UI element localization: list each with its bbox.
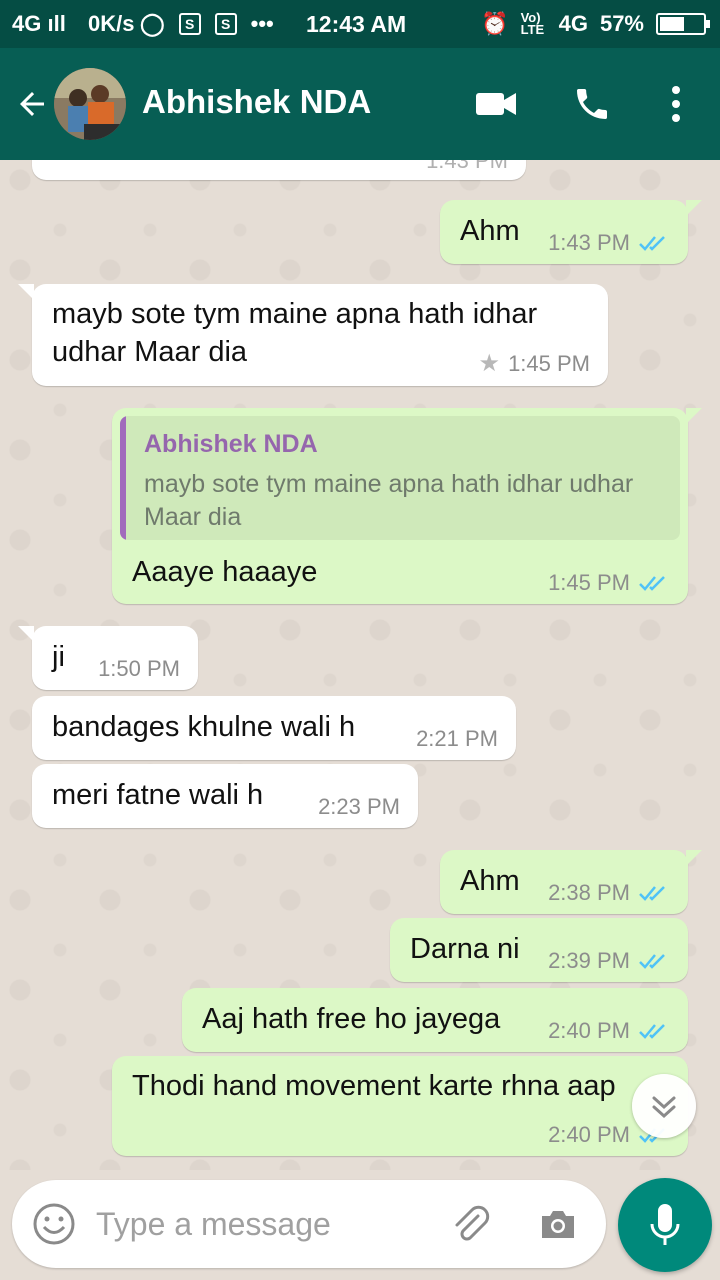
message-outgoing[interactable]: Darna ni 2:39 PM <box>390 918 688 982</box>
message-outgoing[interactable]: Aaj hath free ho jayega 2:40 PM <box>182 988 688 1052</box>
app-notification-icon: S <box>214 13 237 35</box>
video-call-icon[interactable] <box>474 84 518 124</box>
network-type: 4G <box>558 11 588 36</box>
phone-icon[interactable] <box>570 84 614 124</box>
more-options-icon[interactable] <box>654 84 698 124</box>
message-text: Aaj hath free ho jayega <box>202 1003 501 1035</box>
message-time: 1:45 PM <box>508 350 590 376</box>
message-text: bandages khulne wali h <box>52 711 356 743</box>
back-arrow-icon[interactable] <box>14 86 50 122</box>
message-time: 1:43 PM <box>548 230 630 255</box>
voice-message-button[interactable] <box>618 1178 712 1272</box>
message-outgoing-reply[interactable]: Abhishek NDA mayb sote tym maine apna ha… <box>112 408 702 604</box>
double-tick-icon <box>639 236 665 251</box>
mic-icon <box>650 1204 680 1245</box>
message-input[interactable] <box>96 1200 426 1248</box>
quoted-sender: Abhishek NDA <box>144 430 318 458</box>
message-text: ji <box>52 641 65 673</box>
message-outgoing[interactable]: Ahm 2:38 PM <box>440 850 702 914</box>
app-notification-icon: S <box>178 13 201 35</box>
message-meta: 2:38 PM <box>548 880 670 906</box>
message-text-line: mayb sote tym maine apna hath idhar <box>52 298 538 330</box>
camera-icon[interactable] <box>536 1202 580 1246</box>
message-time: 2:40 PM <box>548 1018 630 1043</box>
double-tick-icon <box>639 886 665 901</box>
message-text: Darna ni <box>410 933 520 965</box>
message-time: 2:39 PM <box>548 948 630 973</box>
message-meta: ★ 1:45 PM <box>479 349 590 378</box>
message-time: 2:21 PM <box>416 726 498 751</box>
message-time: 1:45 PM <box>548 570 630 595</box>
message-meta: 2:39 PM <box>548 948 670 974</box>
message-time: 2:23 PM <box>318 794 400 819</box>
message-meta: 1:45 PM <box>548 570 670 596</box>
message-incoming[interactable]: bandages khulne wali h 2:21 PM <box>32 696 516 760</box>
message-incoming[interactable]: mayb sote tym maine apna hath idhar udha… <box>18 284 608 386</box>
whatsapp-notification-icon: ◯ <box>140 11 165 36</box>
scroll-down-button[interactable] <box>632 1074 696 1138</box>
message-text-line: udhar Maar dia <box>52 336 248 368</box>
message-meta: 1:43 PM <box>548 230 670 256</box>
message-time: 1:43 PM <box>426 160 508 173</box>
message-text: Ahm <box>460 865 520 897</box>
double-tick-icon <box>639 1024 665 1039</box>
battery-icon <box>656 13 710 35</box>
scroll-down-icon <box>652 1096 676 1119</box>
contact-name[interactable]: Abhishek NDA <box>142 83 371 121</box>
attach-icon[interactable] <box>448 1202 492 1246</box>
quoted-message[interactable]: Abhishek NDA mayb sote tym maine apna ha… <box>120 416 680 540</box>
avatar[interactable] <box>54 68 126 140</box>
message-incoming[interactable]: ji 1:50 PM <box>18 626 198 690</box>
message-time: 2:38 PM <box>548 880 630 905</box>
message-time: 2:40 PM <box>548 1122 630 1147</box>
double-tick-icon <box>639 576 665 591</box>
battery-percent: 57% <box>599 11 644 36</box>
message-text: Aaaye haaaye <box>132 556 318 588</box>
status-bar: 4G ıll 0K/s ◯ S S ••• 12:43 AM ⏰ Vo) LTE… <box>0 0 720 48</box>
notification-icons: ◯ S S ••• <box>140 11 274 37</box>
message-outgoing[interactable]: Thodi hand movement karte rhna aap 2:40 … <box>112 1056 688 1156</box>
message-text: Thodi hand movement karte rhna aap <box>132 1070 616 1102</box>
message-outgoing[interactable]: Ahm 1:43 PM <box>440 200 702 264</box>
message-composer <box>12 1180 606 1268</box>
status-right: ⏰ Vo) LTE 4G 57% <box>481 10 710 37</box>
double-tick-icon <box>639 954 665 969</box>
message-incoming[interactable]: 1:43 PM <box>32 160 526 180</box>
emoji-icon[interactable] <box>32 1202 76 1246</box>
quoted-text: mayb sote tym maine apna hath idhar udha… <box>144 470 634 531</box>
message-incoming[interactable]: meri fatne wali h 2:23 PM <box>32 764 418 828</box>
alarm-icon: ⏰ <box>481 11 509 36</box>
network-speed: 0K/s <box>88 11 135 36</box>
message-text: meri fatne wali h <box>52 779 264 811</box>
message-text: Ahm <box>460 215 520 247</box>
clock: 12:43 AM <box>306 11 407 37</box>
chat-area[interactable]: 1:43 PM Ahm 1:43 PM mayb sote tym maine … <box>0 160 720 1170</box>
message-meta: 2:40 PM <box>548 1018 670 1044</box>
message-time: 1:50 PM <box>98 656 180 681</box>
network-indicator: 4G ıll <box>12 11 66 36</box>
star-icon: ★ <box>478 350 501 377</box>
more-notifications-icon: ••• <box>250 11 274 36</box>
volte-label: Vo) LTE <box>520 10 545 37</box>
chat-header: Abhishek NDA <box>0 48 720 160</box>
